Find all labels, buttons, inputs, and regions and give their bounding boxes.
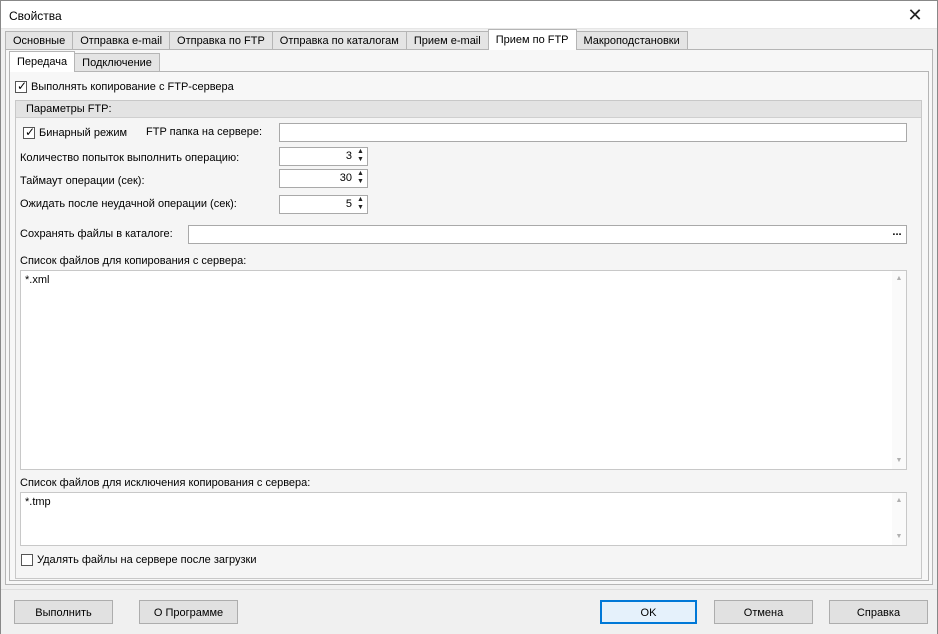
tab-send-folders[interactable]: Отправка по каталогам bbox=[271, 31, 407, 50]
run-button[interactable]: Выполнить bbox=[14, 600, 113, 624]
retries-spinner[interactable]: 3 ▲ ▼ bbox=[279, 147, 368, 166]
retries-label: Количество попыток выполнить операцию: bbox=[20, 152, 240, 164]
exclude-list-scrollbar[interactable]: ▲ ▼ bbox=[892, 493, 906, 545]
scroll-up-icon[interactable]: ▲ bbox=[892, 495, 906, 507]
wait-after-fail-label: Ожидать после неудачной операции (сек): bbox=[20, 198, 237, 210]
tab-send-ftp[interactable]: Отправка по FTP bbox=[169, 31, 273, 50]
help-button[interactable]: Справка bbox=[829, 600, 928, 624]
tab-macros[interactable]: Макроподстановки bbox=[575, 31, 688, 50]
exclude-list-label: Список файлов для исключения копирования… bbox=[20, 477, 311, 489]
binary-mode-label: Бинарный режим bbox=[39, 127, 128, 139]
about-button[interactable]: О Программе bbox=[139, 600, 238, 624]
spinner-arrows-icon[interactable]: ▲ ▼ bbox=[355, 148, 366, 165]
tab-connection[interactable]: Подключение bbox=[74, 53, 160, 72]
ok-button[interactable]: OK bbox=[600, 600, 697, 624]
check-icon: ✓ bbox=[25, 125, 36, 139]
properties-dialog: Свойства ✕ Основные Отправка e-mail Отпр… bbox=[0, 0, 938, 634]
scroll-down-icon[interactable]: ▼ bbox=[892, 531, 906, 543]
timeout-spinner[interactable]: 30 ▲ ▼ bbox=[279, 169, 368, 188]
ftp-params-title: Параметры FTP: bbox=[26, 103, 112, 115]
cancel-button[interactable]: Отмена bbox=[714, 600, 813, 624]
tab-transfer[interactable]: Передача bbox=[9, 51, 76, 72]
server-folder-label: FTP папка на сервере: bbox=[146, 126, 263, 138]
copy-list-textarea[interactable]: *.xml ▲ ▼ bbox=[20, 270, 907, 470]
save-dir-input[interactable]: ... bbox=[188, 225, 907, 244]
main-tab-strip: Основные Отправка e-mail Отправка по FTP… bbox=[5, 29, 688, 50]
close-icon[interactable]: ✕ bbox=[893, 1, 937, 29]
spinner-arrows-icon[interactable]: ▲ ▼ bbox=[355, 170, 366, 187]
tab-receive-email[interactable]: Прием e-mail bbox=[405, 31, 489, 50]
retries-value: 3 bbox=[345, 150, 352, 162]
tab-receive-ftp[interactable]: Прием по FTP bbox=[487, 29, 577, 50]
copy-from-ftp-label: Выполнять копирование с FTP-сервера bbox=[31, 81, 234, 93]
browse-button[interactable]: ... bbox=[889, 227, 905, 242]
exclude-list-textarea[interactable]: *.tmp ▲ ▼ bbox=[20, 492, 907, 546]
delete-after-checkbox[interactable] bbox=[21, 554, 33, 566]
spinner-arrows-icon[interactable]: ▲ ▼ bbox=[355, 196, 366, 213]
wait-after-fail-spinner[interactable]: 5 ▲ ▼ bbox=[279, 195, 368, 214]
copy-list-value: *.xml bbox=[25, 274, 50, 286]
server-folder-input[interactable] bbox=[279, 123, 907, 142]
timeout-label: Таймаут операции (сек): bbox=[20, 175, 145, 187]
check-icon: ✓ bbox=[17, 79, 28, 93]
tab-send-email[interactable]: Отправка e-mail bbox=[72, 31, 171, 50]
scroll-up-icon[interactable]: ▲ bbox=[892, 273, 906, 285]
sub-tab-strip: Передача Подключение bbox=[9, 51, 160, 72]
scroll-down-icon[interactable]: ▼ bbox=[892, 455, 906, 467]
binary-mode-checkbox[interactable]: ✓ bbox=[23, 125, 36, 139]
copy-list-label: Список файлов для копирования с сервера: bbox=[20, 255, 247, 267]
timeout-value: 30 bbox=[339, 172, 352, 184]
tab-general[interactable]: Основные bbox=[5, 31, 74, 50]
copy-list-scrollbar[interactable]: ▲ ▼ bbox=[892, 271, 906, 469]
window-title: Свойства bbox=[9, 9, 62, 23]
wait-after-fail-value: 5 bbox=[345, 198, 352, 210]
copy-from-ftp-checkbox[interactable]: ✓ bbox=[15, 79, 28, 93]
delete-after-label: Удалять файлы на сервере после загрузки bbox=[37, 554, 257, 566]
save-dir-label: Сохранять файлы в каталоге: bbox=[20, 228, 173, 240]
exclude-list-value: *.tmp bbox=[25, 496, 51, 508]
title-bar: Свойства ✕ bbox=[1, 1, 937, 29]
ftp-params-header: Параметры FTP: bbox=[16, 101, 921, 118]
